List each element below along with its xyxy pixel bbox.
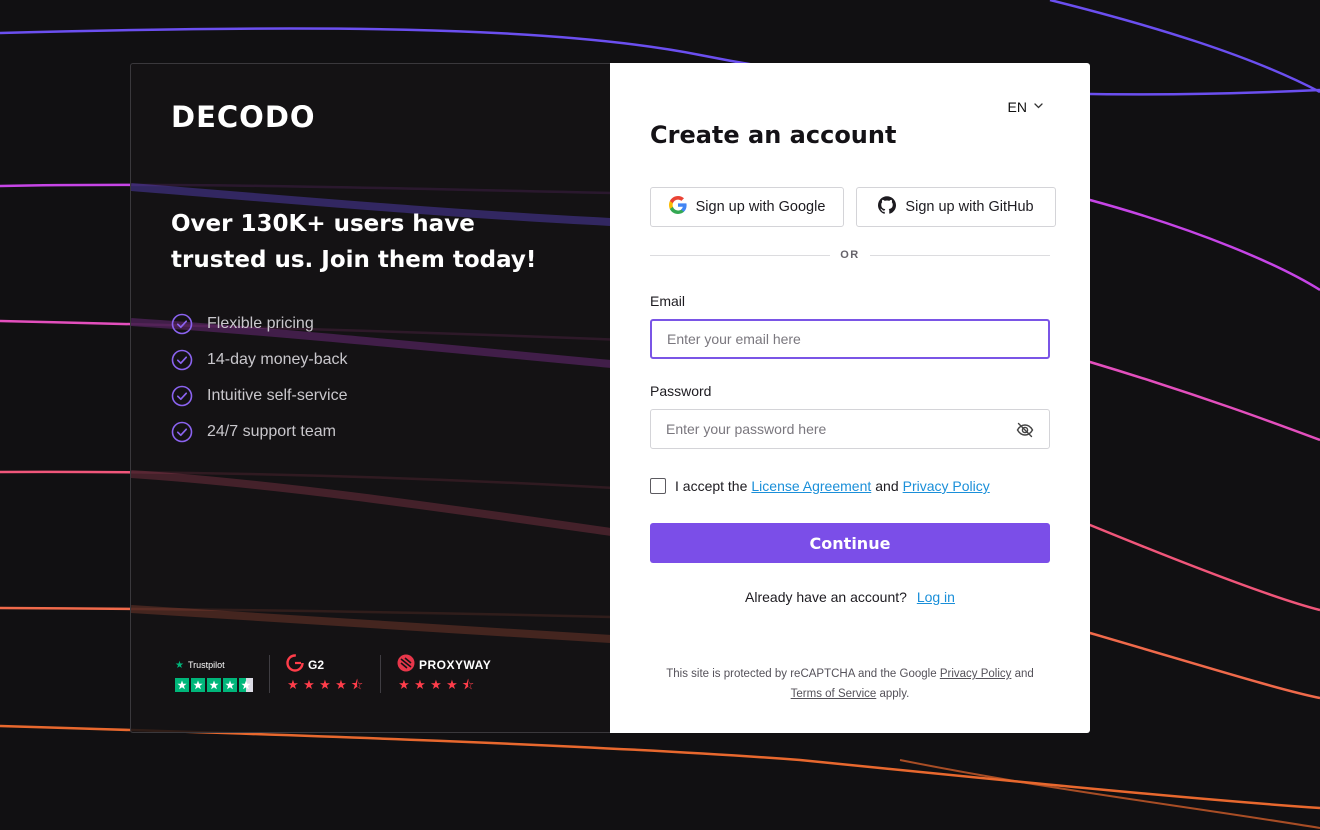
signup-card: DECODO Over 130K+ users have trusted us.… bbox=[130, 63, 1090, 733]
star-icon bbox=[191, 678, 205, 692]
check-circle-icon bbox=[171, 385, 193, 407]
promo-panel: DECODO Over 130K+ users have trusted us.… bbox=[130, 63, 610, 733]
trustpilot-rating[interactable]: ★ Trustpilot bbox=[175, 655, 253, 693]
license-agreement-link[interactable]: License Agreement bbox=[751, 478, 871, 494]
g2-stars: ★ ★ ★ ★ ⯪ bbox=[286, 678, 364, 692]
terms-row: I accept the License Agreement and Priva… bbox=[650, 476, 994, 496]
star-icon: ★ bbox=[430, 677, 442, 692]
rating-divider bbox=[269, 655, 270, 693]
divider-text: OR bbox=[840, 249, 860, 261]
eye-off-icon[interactable] bbox=[1015, 420, 1035, 440]
star-icon bbox=[207, 678, 221, 692]
chevron-down-icon bbox=[1033, 98, 1044, 116]
half-star-icon bbox=[239, 678, 253, 692]
star-icon: ★ bbox=[287, 677, 299, 692]
feature-item: 24/7 support team bbox=[171, 414, 348, 450]
decodo-logo: DECODO bbox=[171, 100, 316, 134]
g2-label: G2 bbox=[308, 658, 325, 672]
privacy-policy-link[interactable]: Privacy Policy bbox=[903, 478, 990, 494]
recaptcha-text-1: This site is protected by reCAPTCHA and … bbox=[666, 668, 937, 680]
feature-item: Intuitive self-service bbox=[171, 378, 348, 414]
trustpilot-stars bbox=[175, 678, 253, 692]
terms-checkbox[interactable] bbox=[650, 478, 666, 494]
star-icon bbox=[175, 678, 189, 692]
feature-label: 24/7 support team bbox=[207, 423, 336, 440]
logo-text: DECODO bbox=[171, 100, 316, 134]
star-icon: ★ bbox=[414, 677, 426, 692]
or-divider: OR bbox=[650, 249, 1050, 261]
rating-divider bbox=[380, 655, 381, 693]
star-icon: ★ bbox=[398, 677, 410, 692]
email-label: Email bbox=[650, 293, 686, 309]
proxyway-rating[interactable]: PROXYWAY ★ ★ ★ ★ ⯪ bbox=[397, 654, 492, 693]
recaptcha-terms-link[interactable]: Terms of Service bbox=[791, 688, 877, 700]
page-title: Create an account bbox=[650, 121, 897, 149]
half-star-icon: ⯪ bbox=[461, 677, 475, 692]
feature-item: 14-day money-back bbox=[171, 342, 348, 378]
google-signup-button[interactable]: Sign up with Google bbox=[650, 187, 844, 227]
feature-label: Flexible pricing bbox=[207, 315, 314, 332]
proxyway-stars: ★ ★ ★ ★ ⯪ bbox=[397, 678, 491, 692]
feature-list: Flexible pricing 14-day money-back Intui… bbox=[171, 306, 348, 450]
feature-label: 14-day money-back bbox=[207, 351, 348, 368]
language-value: EN bbox=[1007, 99, 1027, 115]
star-icon bbox=[223, 678, 237, 692]
google-button-label: Sign up with Google bbox=[695, 199, 826, 215]
recaptcha-text-2: and bbox=[1014, 668, 1034, 680]
google-icon bbox=[668, 195, 687, 219]
trustpilot-star-icon: ★ bbox=[175, 659, 184, 671]
recaptcha-text-3: apply. bbox=[879, 688, 910, 700]
login-prompt: Already have an account? bbox=[745, 589, 907, 605]
proxyway-logo-icon bbox=[397, 654, 415, 677]
signup-form-panel: EN Create an account Sign up with Google bbox=[610, 63, 1090, 733]
feature-item: Flexible pricing bbox=[171, 306, 348, 342]
login-row: Already have an account? Log in bbox=[610, 589, 1090, 605]
divider-line bbox=[650, 254, 831, 256]
trustpilot-label: Trustpilot bbox=[187, 660, 225, 670]
ratings-bar: ★ Trustpilot G2 ★ ★ ★ ★ ⯪ PROXYWAY ★ ★ ★… bbox=[175, 653, 492, 694]
half-star-icon: ⯪ bbox=[350, 677, 364, 692]
star-icon: ★ bbox=[446, 677, 458, 692]
email-input[interactable] bbox=[650, 319, 1050, 359]
g2-logo-icon bbox=[286, 653, 304, 677]
github-icon bbox=[878, 195, 897, 219]
recaptcha-privacy-link[interactable]: Privacy Policy bbox=[940, 668, 1012, 680]
language-selector[interactable]: EN bbox=[1008, 98, 1044, 116]
terms-and: and bbox=[875, 478, 899, 494]
divider-line bbox=[869, 254, 1050, 256]
recaptcha-notice: This site is protected by reCAPTCHA and … bbox=[650, 664, 1050, 704]
check-circle-icon bbox=[171, 349, 193, 371]
continue-button[interactable]: Continue bbox=[650, 523, 1050, 563]
promo-headline: Over 130K+ users have trusted us. Join t… bbox=[171, 211, 537, 273]
feature-label: Intuitive self-service bbox=[207, 387, 348, 404]
check-circle-icon bbox=[171, 421, 193, 443]
github-button-label: Sign up with GitHub bbox=[905, 199, 1034, 215]
terms-prefix: I accept the bbox=[675, 478, 748, 494]
g2-rating[interactable]: G2 ★ ★ ★ ★ ⯪ bbox=[286, 653, 364, 693]
login-link[interactable]: Log in bbox=[917, 589, 955, 605]
password-label: Password bbox=[650, 383, 712, 399]
github-signup-button[interactable]: Sign up with GitHub bbox=[856, 187, 1056, 227]
password-input[interactable] bbox=[650, 409, 1050, 449]
star-icon: ★ bbox=[303, 677, 315, 692]
proxyway-label: PROXYWAY bbox=[419, 658, 492, 672]
star-icon: ★ bbox=[319, 677, 331, 692]
check-circle-icon bbox=[171, 313, 193, 335]
star-icon: ★ bbox=[335, 677, 347, 692]
